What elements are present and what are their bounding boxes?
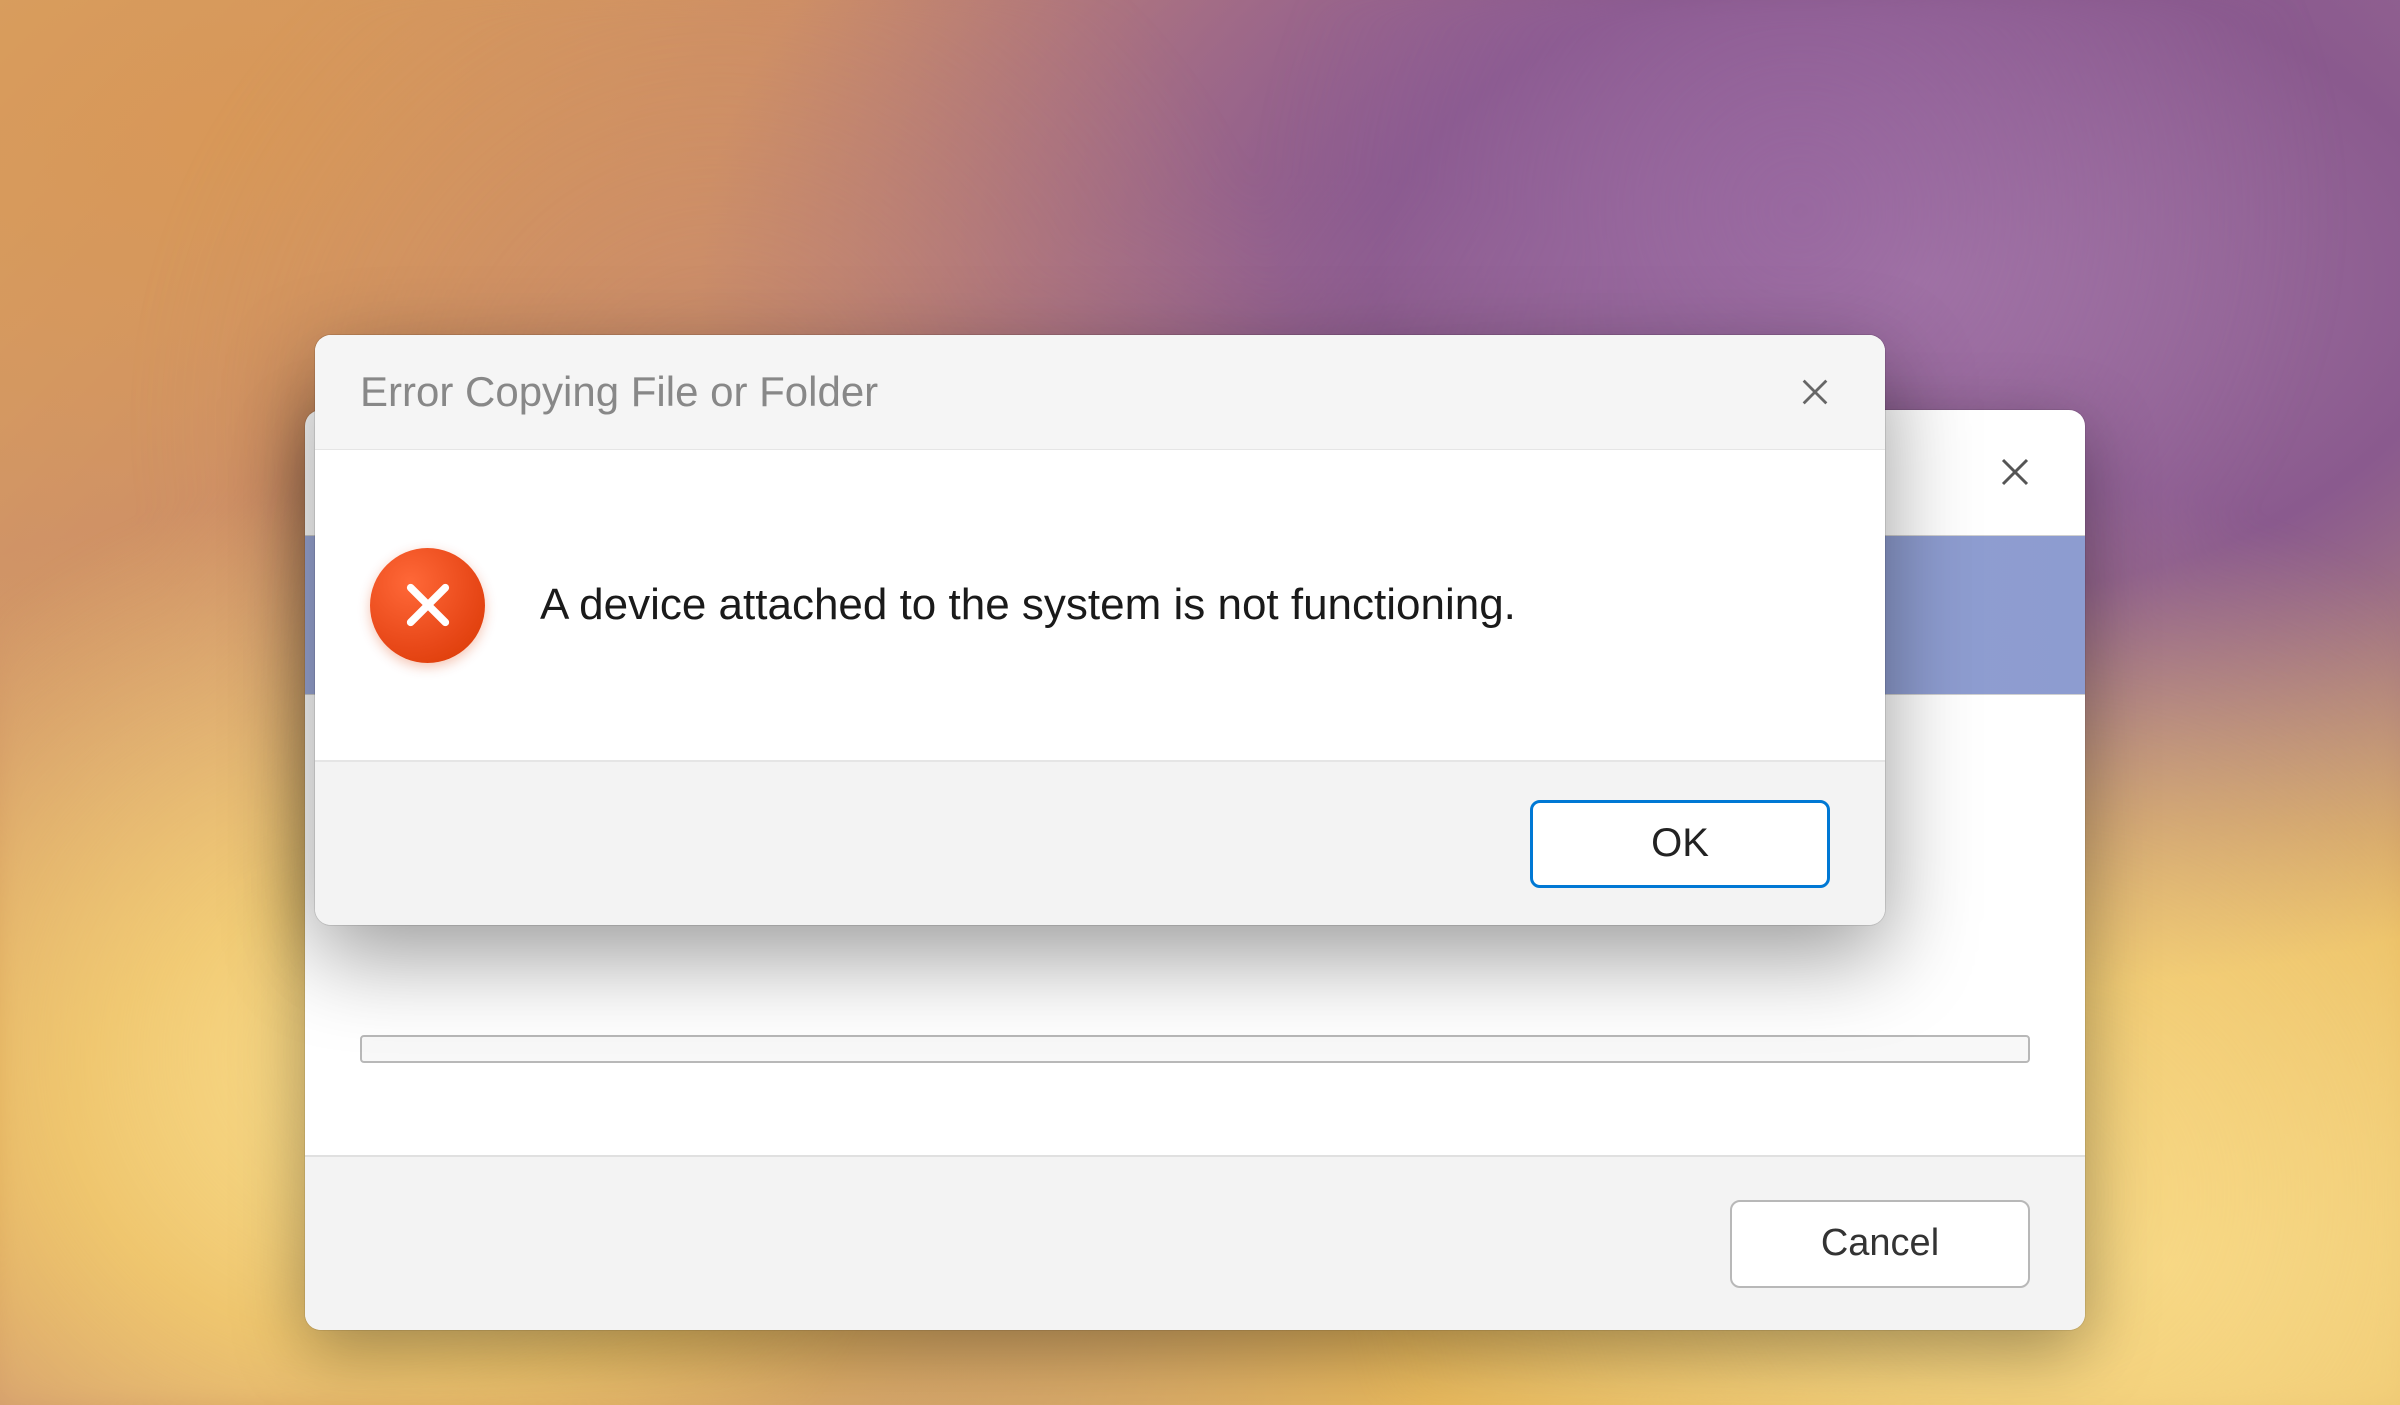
error-dialog-body: A device attached to the system is not f… [315, 450, 1885, 760]
close-icon [1798, 375, 1832, 409]
progress-bar [360, 1035, 2030, 1063]
ok-button[interactable]: OK [1530, 800, 1830, 888]
error-message: A device attached to the system is not f… [540, 580, 1516, 630]
error-icon [370, 548, 485, 663]
copy-window-close-button[interactable] [1975, 432, 2055, 512]
error-dialog: Error Copying File or Folder A device at… [315, 335, 1885, 925]
close-icon [1997, 454, 2033, 490]
progress-bar-container [305, 1035, 2085, 1063]
copy-window-footer: Cancel [305, 1155, 2085, 1330]
error-dialog-titlebar: Error Copying File or Folder [315, 335, 1885, 450]
error-dialog-footer: OK [315, 760, 1885, 925]
x-icon [402, 579, 454, 631]
error-dialog-title: Error Copying File or Folder [360, 368, 878, 416]
cancel-button[interactable]: Cancel [1730, 1200, 2030, 1288]
error-dialog-close-button[interactable] [1780, 357, 1850, 427]
